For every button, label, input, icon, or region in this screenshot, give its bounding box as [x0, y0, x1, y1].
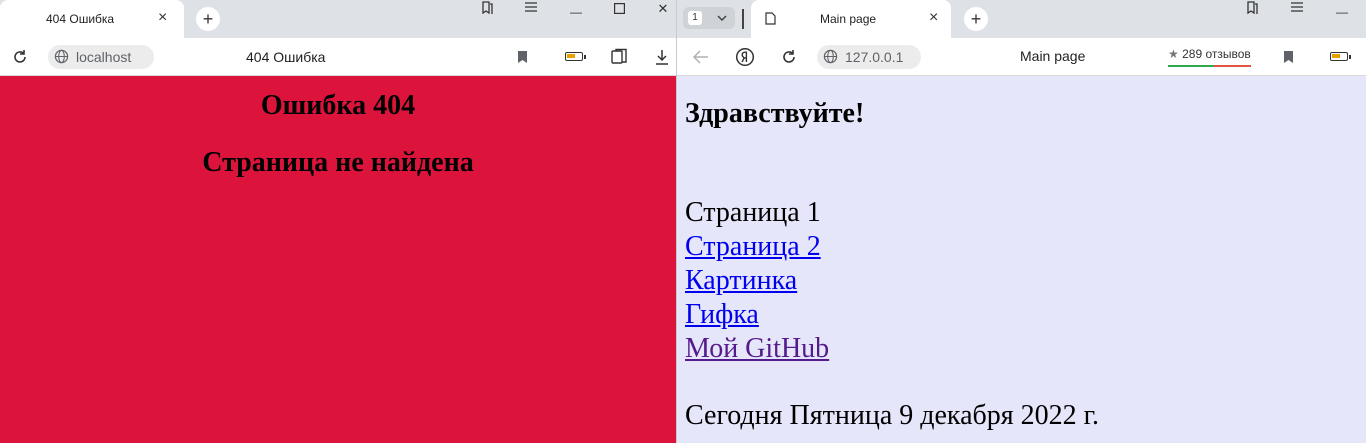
tab-separator: [742, 9, 744, 29]
maximize-button[interactable]: [610, 0, 628, 16]
tab-bar: 1 Main page × + —: [677, 0, 1366, 38]
toolbar: localhost 404 Ошибка: [0, 38, 676, 76]
tab-bar: 404 Ошибка × + — ✕: [0, 0, 676, 38]
minimize-button[interactable]: —: [1332, 0, 1352, 19]
address-host: 127.0.0.1: [845, 49, 904, 65]
reload-button[interactable]: [10, 47, 30, 67]
bookmark-icon: [517, 51, 527, 63]
plus-icon: +: [202, 9, 214, 29]
menu-button[interactable]: [522, 0, 540, 14]
battery-saver-button[interactable]: [565, 52, 589, 64]
globe-icon: [54, 49, 69, 67]
page-content: Здравствуйте! Страница 1 Страница 2 Карт…: [677, 76, 1366, 443]
yandex-icon: [735, 47, 755, 67]
link-picture[interactable]: Картинка: [685, 265, 797, 296]
minimize-button[interactable]: —: [566, 0, 586, 19]
new-tab-button[interactable]: +: [196, 7, 220, 31]
page-title: 404 Ошибка: [246, 49, 326, 65]
browser-window-right: 1 Main page × + — 127.0.0.1 Main page ★ …: [676, 0, 1366, 443]
address-bar[interactable]: 127.0.0.1: [817, 45, 921, 69]
battery-icon: [1330, 52, 1351, 61]
reload-button[interactable]: [779, 47, 799, 67]
battery-icon: [565, 52, 586, 61]
tab-label: Main page: [820, 12, 877, 26]
reload-icon: [14, 50, 26, 63]
tab-count-badge: 1: [688, 11, 702, 25]
arrow-left-icon: [693, 50, 708, 64]
current-page-label: Страница 1: [685, 197, 821, 228]
reviews-badge[interactable]: ★ 289 отзывов: [1168, 47, 1251, 67]
battery-saver-button[interactable]: [1330, 52, 1354, 64]
tab-label: 404 Ошибка: [46, 12, 115, 26]
link-page-2[interactable]: Страница 2: [685, 231, 821, 262]
bookmarks-panel-icon: [482, 1, 493, 15]
date-line: Сегодня Пятница 9 декабря 2022 г.: [685, 400, 1099, 431]
tab-404[interactable]: 404 Ошибка ×: [0, 0, 184, 38]
collections-button[interactable]: [609, 47, 629, 67]
browser-window-left: 404 Ошибка × + — ✕ localhost 404 Ошибка …: [0, 0, 676, 443]
error-subheading: Страница не найдена: [202, 147, 474, 178]
bookmark-button[interactable]: [1280, 49, 1296, 65]
window-close-button[interactable]: ✕: [654, 0, 672, 16]
bookmarks-panel-button[interactable]: [478, 0, 496, 16]
address-host: localhost: [76, 49, 132, 65]
tab-close-icon[interactable]: ×: [158, 9, 167, 27]
greeting-heading: Здравствуйте!: [685, 98, 865, 129]
reviews-count: 289 отзывов: [1182, 47, 1251, 61]
bookmarks-panel-button[interactable]: [1243, 0, 1261, 16]
link-github[interactable]: Мой GitHub: [685, 333, 829, 364]
yandex-button[interactable]: [734, 46, 756, 68]
plus-icon: +: [970, 9, 982, 29]
toolbar: 127.0.0.1 Main page ★ 289 отзывов: [677, 38, 1366, 76]
bookmark-button[interactable]: [514, 49, 530, 65]
document-icon: [765, 12, 776, 25]
downloads-button[interactable]: [652, 47, 672, 67]
tab-counter-button[interactable]: 1: [683, 7, 735, 29]
minimize-icon: —: [570, 5, 582, 19]
page-content: Ошибка 404 Страница не найдена: [0, 76, 676, 443]
hamburger-icon: [1291, 2, 1303, 12]
address-bar[interactable]: localhost: [48, 45, 154, 69]
tab-main-page[interactable]: Main page ×: [751, 0, 951, 38]
link-gif[interactable]: Гифка: [685, 299, 759, 330]
menu-button[interactable]: [1288, 0, 1306, 14]
page-title: Main page: [1020, 48, 1086, 64]
back-button[interactable]: [691, 47, 711, 67]
new-tab-button[interactable]: +: [964, 7, 988, 31]
tab-close-icon[interactable]: ×: [929, 9, 938, 27]
collections-icon: [611, 48, 627, 64]
window-close-icon: ✕: [657, 0, 669, 16]
minimize-icon: —: [1336, 5, 1348, 19]
hamburger-icon: [525, 2, 537, 12]
chevron-down-icon: [717, 15, 727, 21]
maximize-icon: [613, 2, 625, 14]
globe-icon: [823, 49, 838, 67]
bookmarks-panel-icon: [1247, 1, 1258, 15]
bookmark-icon: [1283, 51, 1293, 63]
reload-icon: [783, 50, 795, 63]
download-icon: [656, 50, 668, 65]
error-heading: Ошибка 404: [260, 90, 416, 121]
star-icon: ★: [1168, 47, 1179, 61]
